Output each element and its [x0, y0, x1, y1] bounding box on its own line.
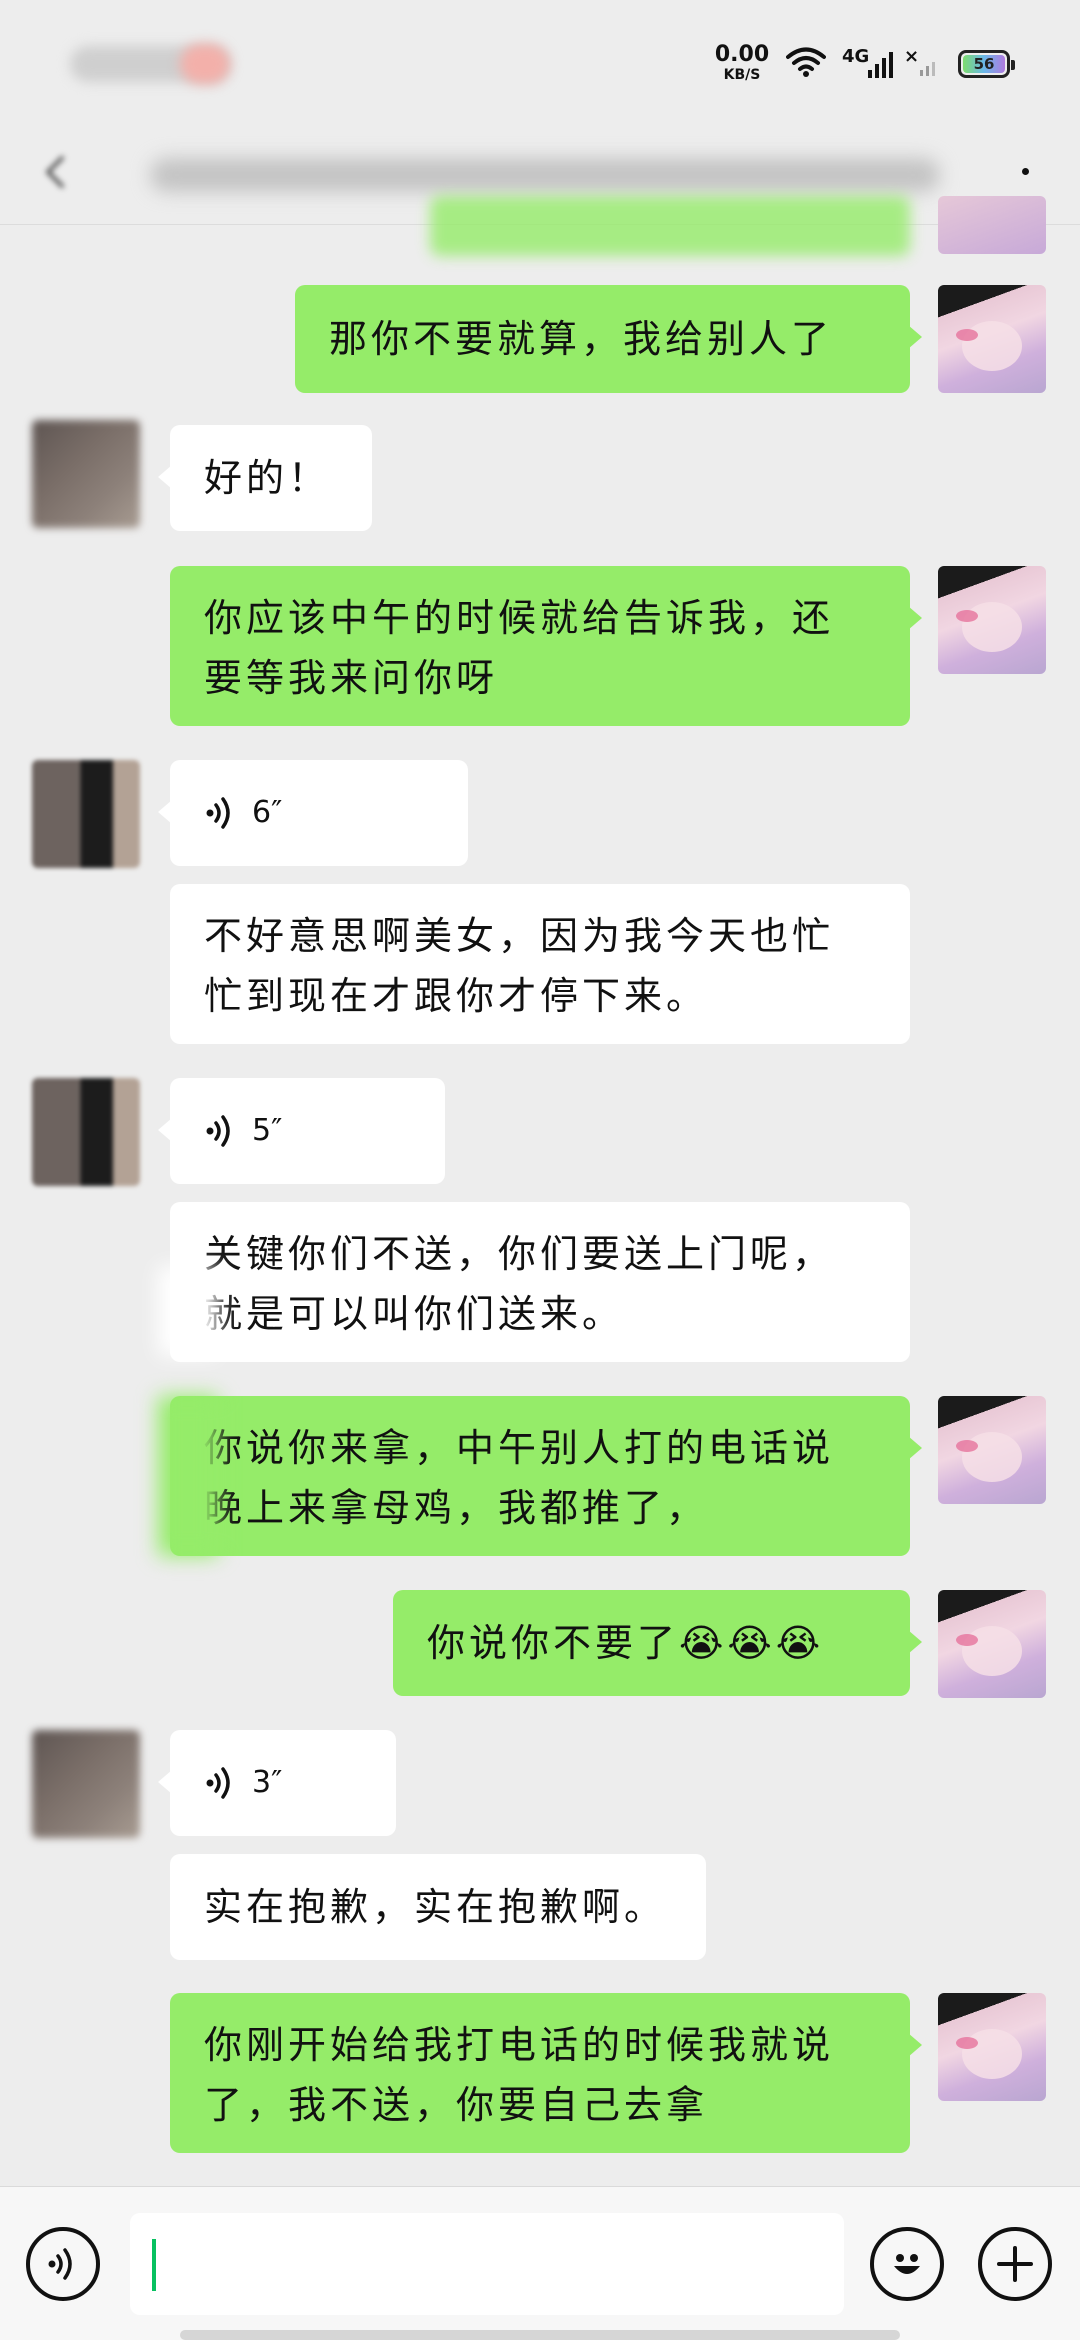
message-text: 你说你来拿，中午别人打的电话说 晚上来拿母鸡，我都推了，: [204, 1426, 835, 1530]
text-caret: [152, 2239, 156, 2291]
status-bar: 0.00 KB/S 4G × 56: [0, 0, 1080, 120]
message-text: 不好意思啊美女，因为我今天也忙 忙到现在才跟你才停下来。: [204, 914, 835, 1018]
voice-message-bubble[interactable]: 3″: [158, 1730, 396, 1836]
message-bubble-self[interactable]: 你说你来拿，中午别人打的电话说 晚上来拿母鸡，我都推了，: [170, 1396, 922, 1556]
voice-message-bubble[interactable]: 5″: [158, 1078, 445, 1184]
input-bar: [0, 2186, 1080, 2340]
message-bubble-self[interactable]: 那你不要就算，我给别人了: [295, 285, 922, 393]
self-avatar[interactable]: [938, 566, 1046, 674]
self-avatar[interactable]: [938, 1993, 1046, 2101]
home-indicator[interactable]: [180, 2330, 900, 2340]
message-bubble-other[interactable]: 不好意思啊美女，因为我今天也忙 忙到现在才跟你才停下来。: [170, 884, 910, 1044]
emoji-icon: [894, 2254, 920, 2274]
battery-icon: 56: [958, 50, 1015, 78]
message-text: 实在抱歉，实在抱歉啊。: [204, 1885, 667, 1929]
message-input[interactable]: [130, 2213, 844, 2315]
voice-message-bubble[interactable]: 6″: [158, 760, 468, 866]
plus-icon: [997, 2246, 1033, 2282]
message-bubble-self[interactable]: 你应该中午的时候就给告诉我，还 要等我来问你呀: [170, 566, 922, 726]
message-text: 那你不要就算，我给别人了: [329, 317, 834, 361]
previous-message-partial: [430, 196, 910, 256]
network-speed-value: 0.00: [714, 42, 770, 67]
signal-icon: [868, 52, 893, 78]
contact-avatar[interactable]: [32, 760, 140, 868]
message-bubble-self[interactable]: 你刚开始给我打电话的时候我就说 了，我不送，你要自己去拿: [170, 1993, 922, 2153]
voice-duration: 5″: [252, 1113, 283, 1148]
network-speed-unit: KB/S: [723, 67, 761, 83]
voice-playback-icon: [206, 797, 230, 829]
emoji-button[interactable]: [870, 2227, 944, 2301]
signal-secondary-icon: [920, 62, 935, 76]
message-text: 好的！: [204, 456, 331, 500]
contact-avatar[interactable]: [32, 420, 140, 528]
message-bubble-other[interactable]: 实在抱歉，实在抱歉啊。: [170, 1854, 706, 1960]
message-bubble-other[interactable]: 好的！: [158, 425, 372, 531]
wifi-icon: [786, 47, 826, 77]
network-speed: 0.00 KB/S: [712, 42, 772, 83]
no-signal-mark-icon: ×: [904, 46, 920, 67]
self-avatar[interactable]: [938, 196, 1046, 254]
message-text: 你刚开始给我打电话的时候我就说 了，我不送，你要自己去拿: [204, 2023, 835, 2127]
message-bubble-other[interactable]: 关键你们不送，你们要送上门呢， 就是可以叫你们送来。: [170, 1202, 910, 1362]
self-avatar[interactable]: [938, 285, 1046, 393]
contact-avatar[interactable]: [32, 1730, 140, 1838]
voice-duration: 6″: [252, 795, 283, 830]
chat-title-blurred: [150, 158, 940, 192]
voice-toggle-icon: [48, 2248, 72, 2280]
voice-playback-icon: [206, 1767, 230, 1799]
more-icon[interactable]: [1010, 154, 1040, 194]
self-avatar[interactable]: [938, 1590, 1046, 1698]
self-avatar[interactable]: [938, 1396, 1046, 1504]
notification-indicator-blurred: [180, 44, 230, 84]
voice-playback-icon: [206, 1115, 230, 1147]
message-text: 你应该中午的时候就给告诉我，还 要等我来问你呀: [204, 596, 835, 700]
message-bubble-self[interactable]: 你说你不要了😭😭😭: [393, 1590, 922, 1696]
back-icon[interactable]: [36, 152, 76, 192]
message-text: 你说你不要了😭😭😭: [427, 1621, 825, 1665]
battery-level: 56: [963, 55, 1005, 73]
message-text: 关键你们不送，你们要送上门呢， 就是可以叫你们送来。: [204, 1232, 835, 1336]
blur-artifact: [158, 1396, 218, 1556]
voice-input-toggle-button[interactable]: [26, 2227, 100, 2301]
more-functions-button[interactable]: [978, 2227, 1052, 2301]
blur-artifact: [158, 1266, 218, 1356]
voice-duration: 3″: [252, 1765, 283, 1800]
contact-avatar[interactable]: [32, 1078, 140, 1186]
